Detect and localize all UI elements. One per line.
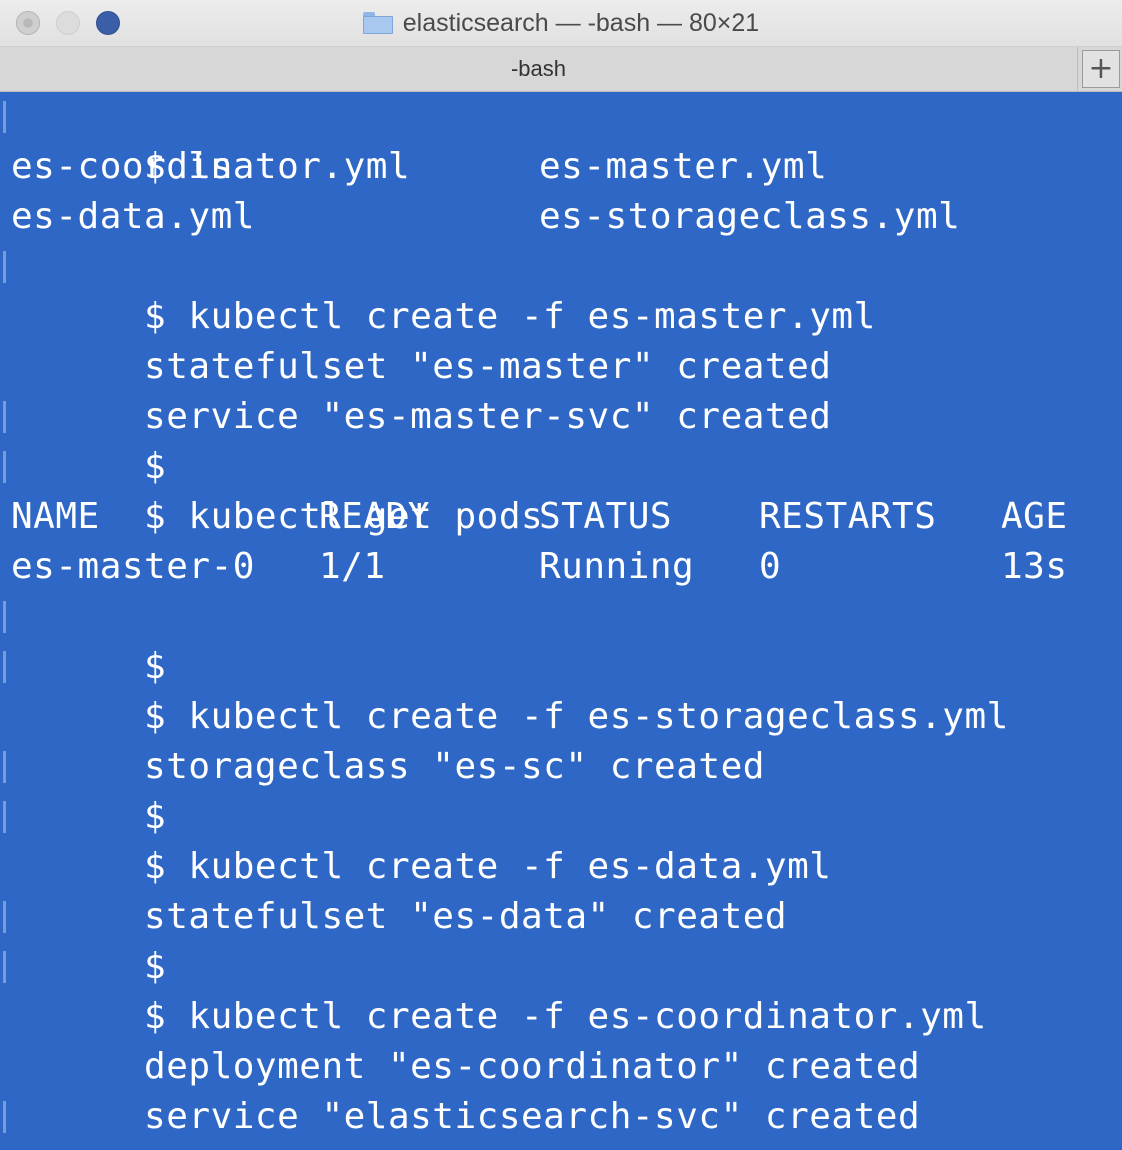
title-bar[interactable]: elasticsearch — -bash — 80×21 — [0, 0, 1122, 47]
terminal-line: $ kubectl create -f es-storageclass.yml — [11, 642, 1009, 737]
output-text: storageclass "es-sc" created — [144, 746, 765, 787]
terminal-line: $ — [11, 392, 166, 487]
prompt-marker — [3, 801, 6, 833]
terminal-line: deployment "es-coordinator" created — [11, 992, 920, 1087]
output-text: service "elasticsearch-svc" created — [144, 1096, 921, 1137]
tab-label: -bash — [510, 56, 567, 81]
terminal-output[interactable]: $ ls es-coordinator.yml es-master.yml es… — [0, 92, 1122, 1150]
prompt-marker — [3, 651, 6, 683]
terminal-line: $ — [11, 742, 166, 837]
terminal-line: $ — [11, 1092, 166, 1150]
prompt-marker — [3, 901, 6, 933]
terminal-line: statefulset "es-data" created — [11, 842, 787, 937]
prompt-marker — [3, 1101, 6, 1133]
prompt-marker — [3, 951, 6, 983]
prompt-marker — [3, 601, 6, 633]
column-header: READY — [319, 496, 430, 537]
terminal-line: statefulset "es-master" created — [11, 292, 831, 387]
ls-entry: es-master.yml — [539, 146, 828, 187]
output-text: service "es-master-svc" created — [144, 396, 832, 437]
prompt-marker — [3, 401, 6, 433]
terminal-line: $ — [11, 892, 166, 987]
terminal-line: $ kubectl get pods — [11, 442, 543, 537]
terminal-line: $ ls — [11, 92, 233, 187]
ls-entry: es-coordinator.yml — [11, 146, 411, 187]
pod-restarts: 0 — [759, 546, 782, 587]
ls-entry: es-storageclass.yml — [539, 196, 961, 237]
ls-entry: es-data.yml — [11, 196, 255, 237]
terminal-line: storageclass "es-sc" created — [11, 692, 765, 787]
terminal-window: elasticsearch — -bash — 80×21 -bash + $ … — [0, 0, 1122, 1150]
window-title: elasticsearch — -bash — 80×21 — [402, 8, 760, 37]
pod-status: Running — [539, 546, 695, 587]
prompt-marker — [3, 451, 6, 483]
terminal-line: $ — [11, 592, 166, 687]
terminal-line: es-coordinator.yml es-master.yml — [11, 142, 1111, 192]
prompt-marker — [3, 251, 6, 283]
prompt-text: $ — [144, 1146, 166, 1150]
pod-name: es-master-0 — [11, 546, 255, 587]
new-tab-button[interactable]: + — [1080, 47, 1122, 91]
prompt-marker — [3, 101, 6, 133]
pod-age: 13s — [1001, 546, 1068, 587]
pods-table-header: NAME READY STATUS RESTARTS AGE — [11, 492, 1111, 542]
tab-bar: -bash + — [0, 47, 1122, 92]
column-header: STATUS — [539, 496, 673, 537]
column-header: RESTARTS — [759, 496, 937, 537]
terminal-line: $ kubectl create -f es-data.yml — [11, 792, 831, 887]
window-title-wrap: elasticsearch — -bash — 80×21 — [0, 0, 1122, 46]
folder-icon — [362, 12, 393, 34]
column-header: AGE — [1001, 496, 1068, 537]
terminal-line: $ kubectl create -f es-coordinator.yml — [11, 942, 987, 1037]
plus-icon: + — [1082, 50, 1120, 88]
terminal-line: $ kubectl create -f es-master.yml — [11, 242, 876, 337]
tab-bash[interactable]: -bash — [0, 47, 1078, 91]
output-text: statefulset "es-data" created — [144, 896, 788, 937]
table-row: es-master-0 1/1 Running 0 13s — [11, 542, 1111, 592]
terminal-line: service "elasticsearch-svc" created — [11, 1042, 920, 1137]
column-header: NAME — [11, 496, 100, 537]
terminal-line: es-data.yml es-storageclass.yml — [11, 192, 1111, 242]
pod-ready: 1/1 — [319, 546, 386, 587]
terminal-line: service "es-master-svc" created — [11, 342, 831, 437]
prompt-marker — [3, 751, 6, 783]
